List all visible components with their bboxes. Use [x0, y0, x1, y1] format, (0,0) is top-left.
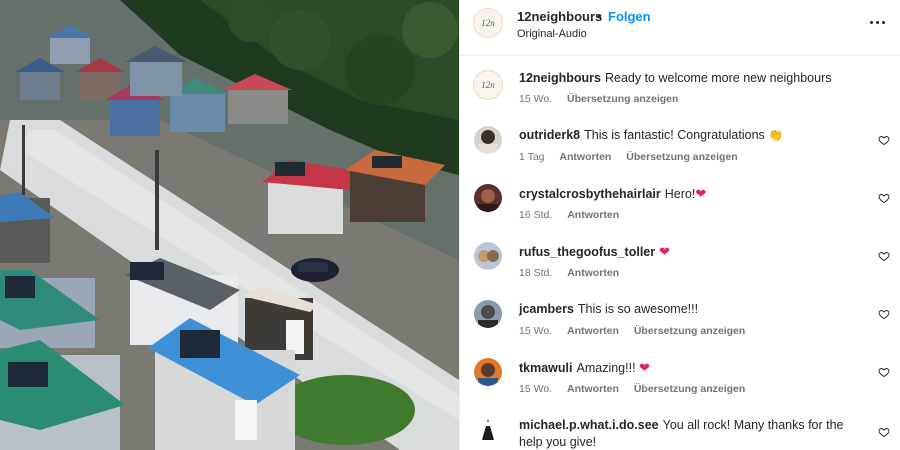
- avatar[interactable]: [474, 242, 502, 270]
- translate-button[interactable]: Übersetzung anzeigen: [567, 93, 678, 105]
- comment-time[interactable]: 15 Wo.: [519, 383, 552, 395]
- avatar[interactable]: [474, 126, 502, 154]
- more-options-icon[interactable]: [866, 12, 888, 32]
- heart-icon[interactable]: [878, 426, 890, 438]
- follow-button[interactable]: Folgen: [608, 9, 651, 24]
- caption-time[interactable]: 15 Wo.: [519, 93, 552, 105]
- author-username[interactable]: 12neighbours: [517, 9, 602, 24]
- caption-text: 12neighbours Ready to welcome more new ne…: [519, 70, 864, 87]
- avatar[interactable]: [474, 416, 502, 444]
- heart-emoji: ❤: [659, 244, 671, 259]
- comment-meta: 16 Std. Antworten: [519, 209, 631, 221]
- caption-avatar-text: 12n: [481, 80, 495, 90]
- comment-text: tkmawuli Amazing!!! ❤: [519, 359, 864, 377]
- comments-list: 12n 12neighbours Ready to welcome more ne…: [460, 56, 900, 450]
- heart-icon[interactable]: [878, 134, 890, 146]
- comment-body: This is fantastic! Congratulations: [584, 128, 765, 142]
- heart-icon[interactable]: [878, 308, 890, 320]
- comment-username[interactable]: crystalcrosbythehairlair: [519, 187, 661, 201]
- caption-meta: 15 Wo. Übersetzung anzeigen: [519, 93, 690, 105]
- heart-emoji: ❤: [695, 186, 707, 201]
- reply-button[interactable]: Antworten: [559, 151, 611, 163]
- clap-emoji: 👏: [768, 128, 784, 142]
- caption-avatar[interactable]: 12n: [473, 70, 503, 100]
- audio-label[interactable]: Original-Audio: [517, 28, 587, 40]
- tiny-homes-aerial-image: [0, 0, 459, 450]
- reply-button[interactable]: Antworten: [567, 325, 619, 337]
- reply-button[interactable]: Antworten: [567, 383, 619, 395]
- heart-emoji: ❤: [639, 360, 650, 375]
- avatar[interactable]: [474, 358, 502, 386]
- comment-username[interactable]: tkmawuli: [519, 361, 573, 375]
- heart-icon[interactable]: [878, 250, 890, 262]
- comment-time[interactable]: 1 Tag: [519, 151, 545, 163]
- comment-text: crystalcrosbythehairlair Hero!❤: [519, 185, 864, 203]
- comment-body: This is so awesome!!!: [577, 302, 699, 316]
- translate-button[interactable]: Übersetzung anzeigen: [634, 325, 745, 337]
- comment-username[interactable]: rufus_thegoofus_toller: [519, 245, 655, 259]
- post-sidebar: 12n 12neighbours • Folgen Original-Audio…: [459, 0, 900, 450]
- reply-button[interactable]: Antworten: [567, 209, 619, 221]
- comment-body: Amazing!!!: [576, 361, 636, 375]
- post-video[interactable]: [0, 0, 459, 450]
- avatar[interactable]: [474, 300, 502, 328]
- comment-body: Hero!: [664, 187, 696, 201]
- translate-button[interactable]: Übersetzung anzeigen: [634, 383, 745, 395]
- caption-body: Ready to welcome more new neighbours: [604, 71, 832, 85]
- translate-button[interactable]: Übersetzung anzeigen: [626, 151, 737, 163]
- comment-username[interactable]: michael.p.what.i.do.see: [519, 418, 659, 432]
- comment-username[interactable]: jcambers: [519, 302, 574, 316]
- comment-text: jcambers This is so awesome!!!: [519, 301, 864, 318]
- caption-username[interactable]: 12neighbours: [519, 71, 601, 85]
- author-avatar-text: 12n: [481, 18, 495, 28]
- separator-dot: •: [597, 9, 602, 24]
- comment-meta: 15 Wo. Antworten Übersetzung anzeigen: [519, 325, 757, 337]
- comment-text: michael.p.what.i.do.see You all rock! Man…: [519, 417, 864, 450]
- post-header: 12n 12neighbours • Folgen Original-Audio: [460, 0, 900, 56]
- author-avatar[interactable]: 12n: [473, 8, 503, 38]
- heart-icon[interactable]: [878, 192, 890, 204]
- comment-time[interactable]: 18 Std.: [519, 267, 552, 279]
- comment-meta: 15 Wo. Antworten Übersetzung anzeigen: [519, 383, 757, 395]
- comment-meta: 1 Tag Antworten Übersetzung anzeigen: [519, 151, 750, 163]
- comment-text: rufus_thegoofus_toller ❤: [519, 243, 864, 261]
- comment-meta: 18 Std. Antworten: [519, 267, 631, 279]
- heart-icon[interactable]: [878, 366, 890, 378]
- comment-text: outriderk8 This is fantastic! Congratulat…: [519, 127, 864, 144]
- comment-username[interactable]: outriderk8: [519, 128, 580, 142]
- reply-button[interactable]: Antworten: [567, 267, 619, 279]
- avatar[interactable]: [474, 184, 502, 212]
- comment-time[interactable]: 16 Std.: [519, 209, 552, 221]
- comment-time[interactable]: 15 Wo.: [519, 325, 552, 337]
